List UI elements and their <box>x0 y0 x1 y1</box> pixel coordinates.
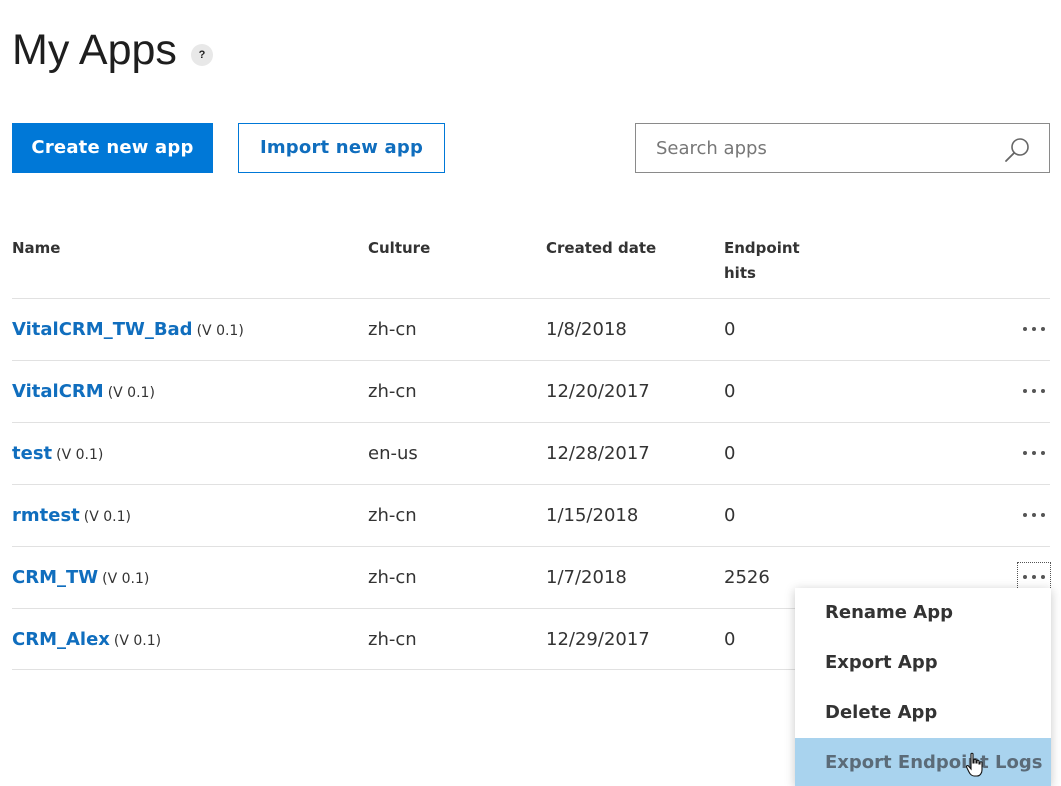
app-created-date-cell: 12/29/2017 <box>546 629 650 650</box>
hand-pointer-icon <box>965 752 983 777</box>
more-options-icon[interactable] <box>1017 562 1051 592</box>
app-created-date-cell: 1/7/2018 <box>546 567 627 588</box>
import-new-app-button[interactable]: Import new app <box>238 123 445 173</box>
more-options-dot <box>1041 513 1045 517</box>
app-endpoint-hits-cell: 0 <box>724 629 736 650</box>
app-name-link[interactable]: VitalCRM_TW_Bad <box>12 319 193 340</box>
more-options-icon[interactable] <box>1018 315 1050 343</box>
more-options-dot <box>1023 327 1027 331</box>
column-header-endpoint-hits[interactable]: Endpoint hits <box>724 236 814 286</box>
help-icon[interactable]: ? <box>191 44 213 66</box>
app-endpoint-hits-cell: 2526 <box>724 567 770 588</box>
more-options-dot <box>1041 389 1045 393</box>
app-culture-cell: zh-cn <box>368 319 417 340</box>
more-options-icon[interactable] <box>1018 501 1050 529</box>
more-options-dot <box>1032 327 1036 331</box>
menu-item-rename-app[interactable]: Rename App <box>795 588 1051 638</box>
app-version: (V 0.1) <box>56 447 104 463</box>
column-header-endpoint-hits-line2: hits <box>724 264 756 282</box>
app-name-link[interactable]: test <box>12 443 52 464</box>
more-options-dot <box>1032 513 1036 517</box>
menu-item-export-endpoint-logs[interactable]: Export Endpoint Logs <box>795 738 1051 786</box>
more-options-dot <box>1032 389 1036 393</box>
app-name-cell: rmtest (V 0.1) <box>12 504 131 529</box>
more-options-dot <box>1041 451 1045 455</box>
app-created-date-cell: 12/28/2017 <box>546 443 650 464</box>
app-version: (V 0.1) <box>113 633 162 649</box>
app-name-cell: test (V 0.1) <box>12 442 103 467</box>
column-header-culture[interactable]: Culture <box>368 236 430 261</box>
app-created-date-cell: 12/20/2017 <box>546 381 650 402</box>
app-version: (V 0.1) <box>102 571 150 587</box>
more-options-dot <box>1023 513 1027 517</box>
more-options-dot <box>1023 575 1027 579</box>
create-new-app-button[interactable]: Create new app <box>12 123 213 173</box>
app-endpoint-hits-cell: 0 <box>724 381 736 402</box>
app-version: (V 0.1) <box>196 323 244 339</box>
app-version: (V 0.1) <box>83 509 131 525</box>
app-culture-cell: zh-cn <box>368 629 417 650</box>
menu-item-delete-app[interactable]: Delete App <box>795 688 1051 738</box>
more-options-dot <box>1041 327 1045 331</box>
menu-item-export-app[interactable]: Export App <box>795 638 1051 688</box>
table-row[interactable]: VitalCRM (V 0.1) zh-cn 12/20/2017 0 <box>12 360 1050 422</box>
app-name-cell: VitalCRM_TW_Bad (V 0.1) <box>12 318 244 343</box>
column-header-name[interactable]: Name <box>12 236 60 261</box>
app-name-cell: VitalCRM (V 0.1) <box>12 380 155 405</box>
app-endpoint-hits-cell: 0 <box>724 319 736 340</box>
column-header-created-date[interactable]: Created date <box>546 236 656 261</box>
app-context-menu: Rename App Export App Delete App Export … <box>795 588 1051 786</box>
more-options-dot <box>1032 575 1036 579</box>
more-options-icon[interactable] <box>1018 439 1050 467</box>
app-name-cell: CRM_TW (V 0.1) <box>12 566 149 591</box>
app-name-cell: CRM_Alex (V 0.1) <box>12 628 161 653</box>
more-options-dot <box>1041 575 1045 579</box>
app-endpoint-hits-cell: 0 <box>724 505 736 526</box>
more-options-dot <box>1032 451 1036 455</box>
search-box <box>635 123 1050 173</box>
app-created-date-cell: 1/15/2018 <box>546 505 639 526</box>
app-created-date-cell: 1/8/2018 <box>546 319 627 340</box>
page-title: My Apps <box>12 26 177 74</box>
app-culture-cell: zh-cn <box>368 505 417 526</box>
app-endpoint-hits-cell: 0 <box>724 443 736 464</box>
column-header-endpoint-hits-line1: Endpoint <box>724 239 800 257</box>
app-name-link[interactable]: CRM_Alex <box>12 629 110 650</box>
app-name-link[interactable]: rmtest <box>12 505 80 526</box>
table-row[interactable]: VitalCRM_TW_Bad (V 0.1) zh-cn 1/8/2018 0 <box>12 298 1050 360</box>
app-name-link[interactable]: CRM_TW <box>12 567 98 588</box>
more-options-dot <box>1023 451 1027 455</box>
search-icon[interactable] <box>1003 136 1031 164</box>
table-row[interactable]: rmtest (V 0.1) zh-cn 1/15/2018 0 <box>12 484 1050 546</box>
app-culture-cell: zh-cn <box>368 381 417 402</box>
app-name-link[interactable]: VitalCRM <box>12 381 104 402</box>
app-culture-cell: en-us <box>368 443 418 464</box>
app-culture-cell: zh-cn <box>368 567 417 588</box>
search-input[interactable] <box>636 124 996 172</box>
more-options-dot <box>1023 389 1027 393</box>
table-row[interactable]: test (V 0.1) en-us 12/28/2017 0 <box>12 422 1050 484</box>
app-version: (V 0.1) <box>107 385 155 401</box>
more-options-icon[interactable] <box>1018 377 1050 405</box>
